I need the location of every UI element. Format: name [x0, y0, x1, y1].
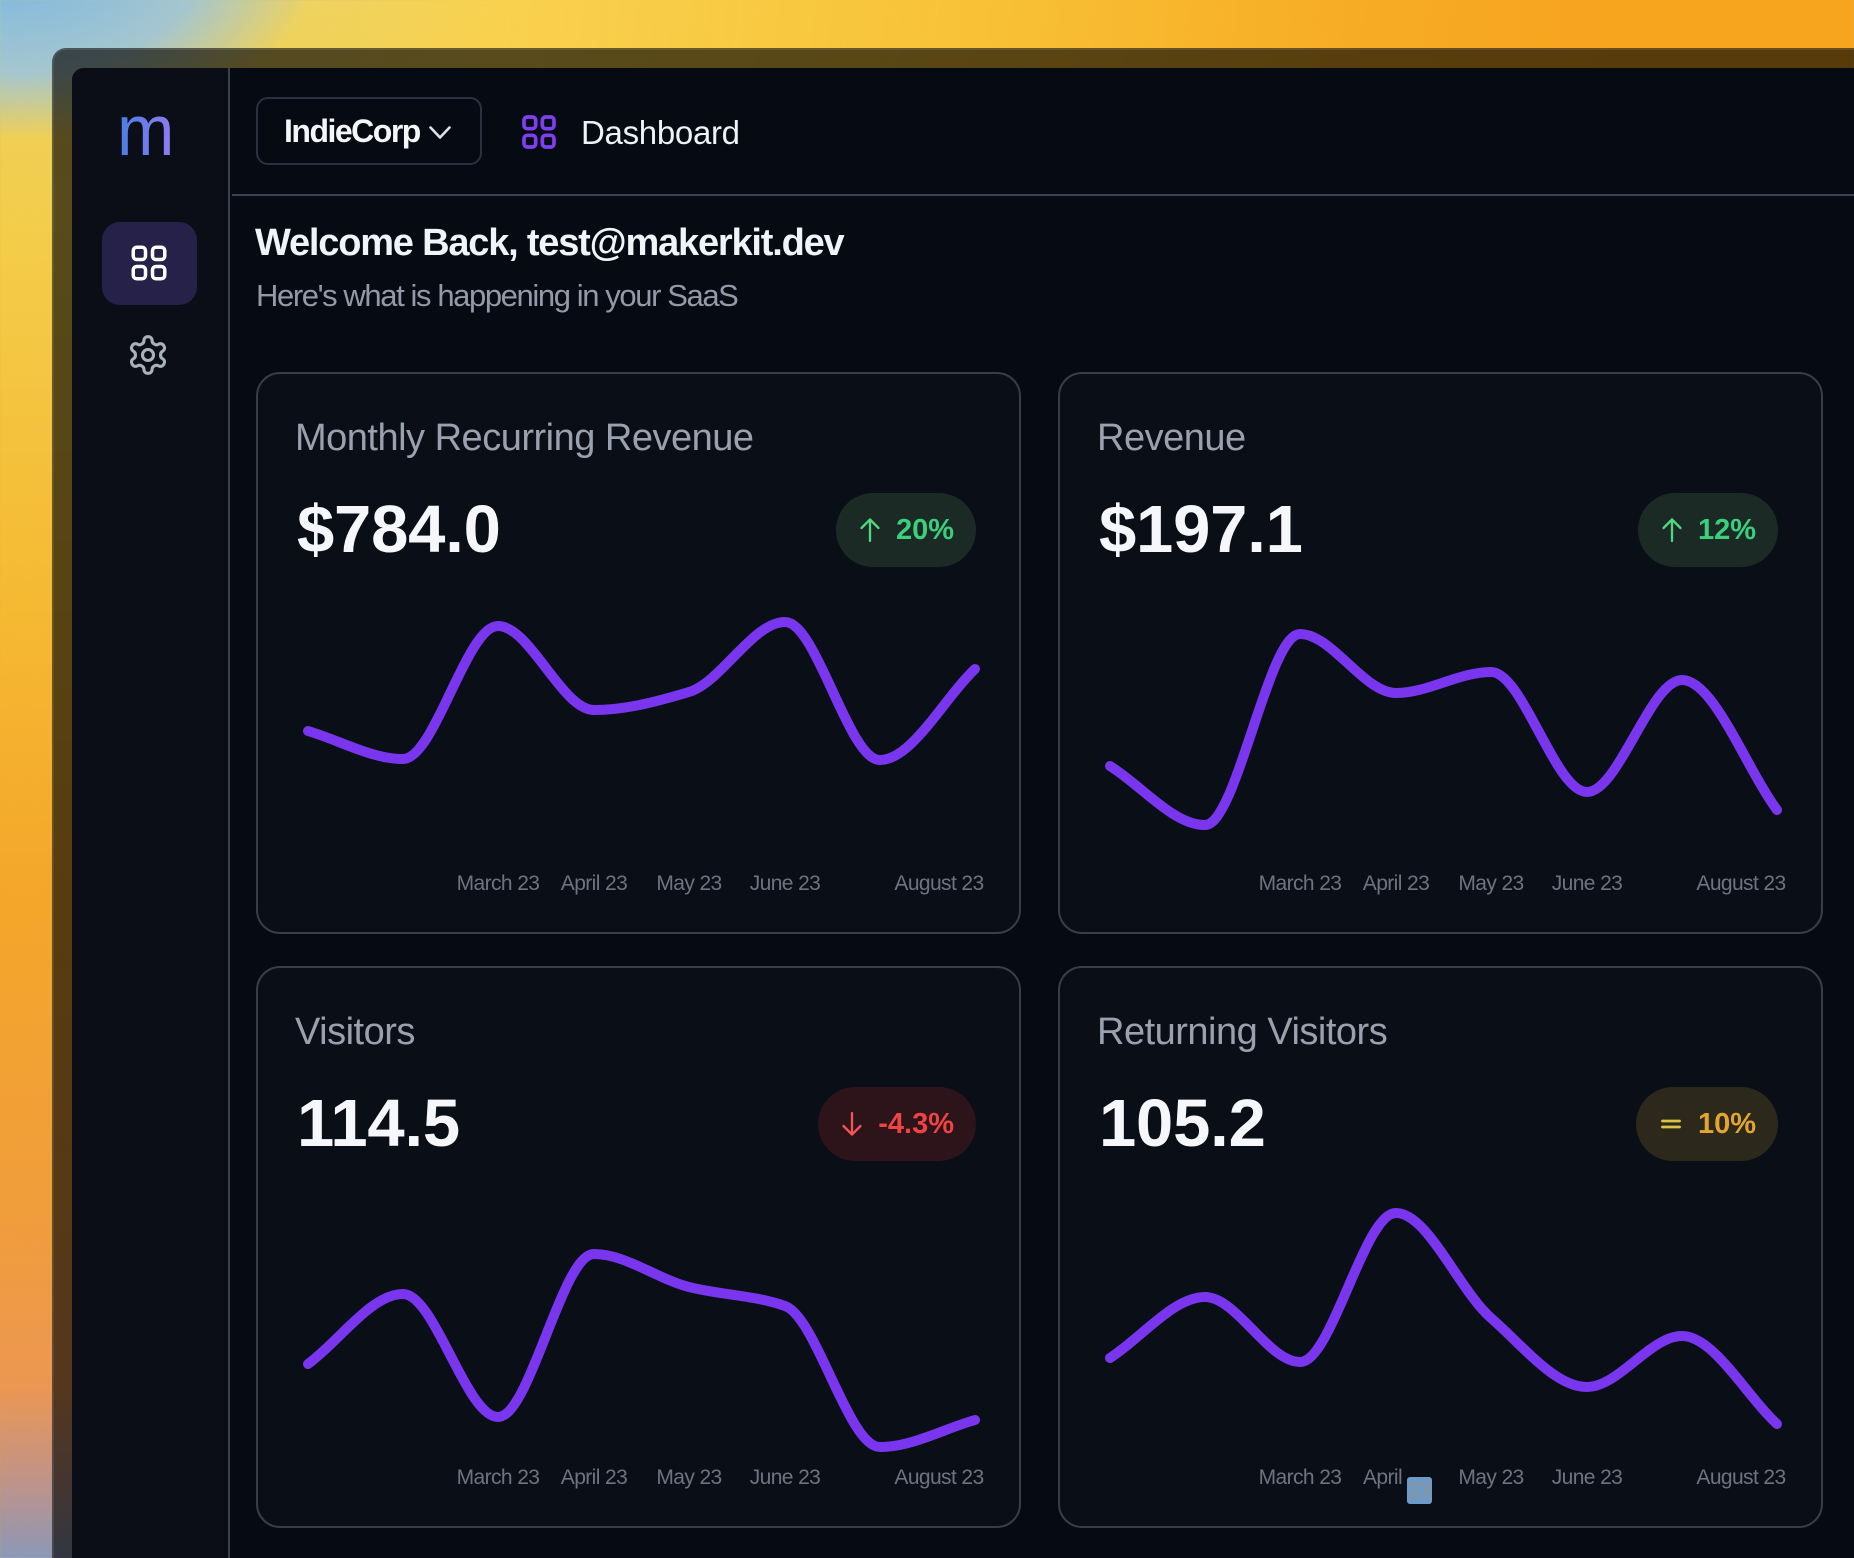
svg-text:m: m: [117, 116, 174, 164]
